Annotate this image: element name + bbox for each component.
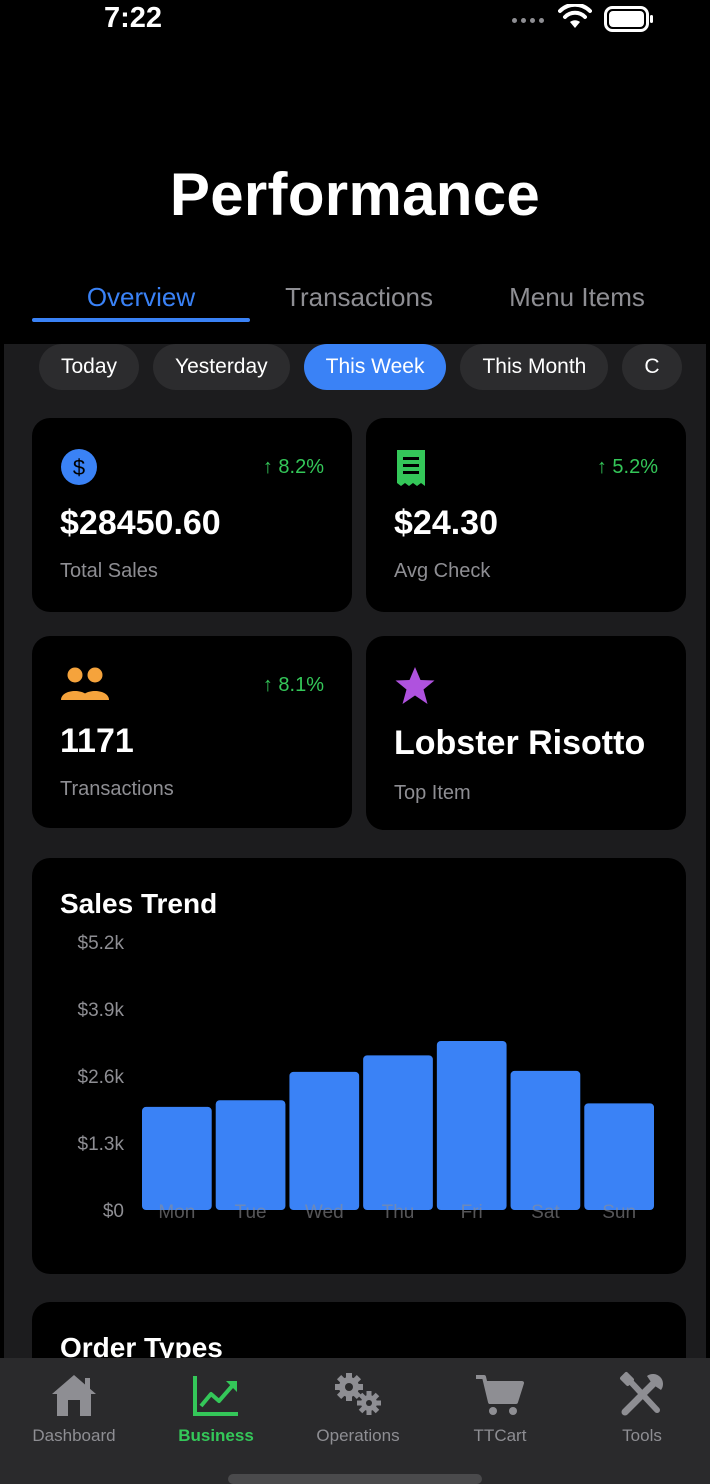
app-screen: 7:22 Performance Overview Transactions M…	[0, 0, 710, 1484]
stat-label: Avg Check	[394, 560, 491, 582]
svg-text:$: $	[73, 455, 85, 480]
tabbar-item-dashboard[interactable]: Dashboard	[3, 1366, 145, 1446]
tabbar-label: Tools	[622, 1426, 662, 1445]
stat-card-avg-check[interactable]: ↑ 5.2% $24.30 Avg Check	[366, 418, 686, 612]
range-chip-this-week[interactable]: This Week	[303, 344, 447, 390]
x-tick-label: Mon	[158, 1202, 195, 1223]
trend-up-delta: ↑ 8.2%	[262, 456, 324, 478]
tabbar-item-business[interactable]: Business	[145, 1366, 287, 1446]
house-icon	[52, 1375, 96, 1416]
bar-thu[interactable]	[363, 1055, 433, 1210]
receipt-icon	[397, 450, 425, 486]
wifi-icon	[558, 4, 592, 28]
x-tick-label: Thu	[382, 1202, 415, 1223]
bottom-tab-bar: Dashboard Business Operations TTCart Too…	[0, 1358, 710, 1484]
trend-up-delta: ↑ 5.2%	[596, 456, 658, 478]
status-bar: 7:22	[0, 0, 710, 40]
cellular-signal-icon	[512, 18, 544, 23]
stat-value: $28450.60	[60, 504, 221, 542]
tab-overview[interactable]: Overview	[32, 272, 250, 324]
stat-label: Transactions	[60, 778, 174, 800]
stat-card-top-item[interactable]: Lobster Risotto Top Item	[366, 636, 686, 830]
tabbar-label: Business	[178, 1426, 254, 1445]
page-title: Performance	[169, 161, 541, 228]
bar-mon[interactable]	[142, 1106, 212, 1210]
tab-menu-items[interactable]: Menu Items	[468, 272, 686, 324]
home-indicator	[228, 1474, 482, 1484]
range-chip-today[interactable]: Today	[39, 344, 140, 390]
bar-fri[interactable]	[436, 1040, 507, 1210]
gears-icon	[335, 1373, 381, 1415]
sales-trend-chart: $0 $1.3k $2.6k $3.9k $5.2k Mon Tue Wed Thu Fri Sat…	[78, 933, 654, 1223]
people-icon	[61, 667, 109, 700]
order-types-card: Order Types	[32, 1302, 686, 1358]
overview-content[interactable]: Today Yesterday This Week This Month C $…	[4, 344, 706, 1358]
y-tick-label: $1.3k	[78, 1134, 125, 1155]
range-chip-this-month[interactable]: This Month	[460, 344, 609, 390]
bar-sat[interactable]	[510, 1070, 581, 1210]
trend-up-delta: ↑ 8.1%	[262, 674, 324, 696]
tabbar-label: Dashboard	[32, 1426, 116, 1445]
stat-label: Total Sales	[60, 560, 158, 582]
date-range-chips: Today Yesterday This Week This Month C	[39, 344, 682, 390]
y-tick-label: $5.2k	[78, 933, 125, 954]
arrow-up-icon: ↑	[262, 456, 273, 478]
x-tick-label: Fri	[461, 1202, 483, 1223]
arrow-up-icon: ↑	[596, 456, 607, 478]
tabbar-label: Operations	[316, 1426, 400, 1445]
tabbar-item-ttcart[interactable]: TTCart	[429, 1366, 571, 1446]
bar-wed[interactable]	[289, 1071, 360, 1210]
arrow-up-icon: ↑	[262, 674, 273, 696]
dollar-circle-icon: $	[61, 449, 97, 485]
stat-card-total-sales[interactable]: $ ↑ 8.2% $28450.60 Total Sales	[32, 418, 352, 612]
sales-trend-card: Sales Trend $0 $1.3k $2.6k $3.9k $5.2k Mon Tue…	[32, 858, 686, 1274]
tabbar-item-tools[interactable]: Tools	[571, 1366, 710, 1446]
tabbar-item-operations[interactable]: Operations	[287, 1366, 429, 1446]
chart-line-icon	[193, 1376, 238, 1416]
stat-value: 1171	[60, 722, 134, 760]
order-types-title: Order Types	[60, 1332, 223, 1358]
stat-label: Top Item	[394, 782, 471, 804]
bar-sun[interactable]	[584, 1103, 654, 1210]
status-time: 7:22	[104, 2, 163, 34]
y-tick-label: $3.9k	[78, 1000, 125, 1021]
star-icon	[395, 667, 435, 704]
section-tabs: Overview Transactions Menu Items	[32, 272, 686, 324]
battery-icon	[604, 6, 653, 32]
tab-transactions[interactable]: Transactions	[250, 272, 468, 324]
stat-value: $24.30	[394, 504, 498, 542]
stat-value: Lobster Risotto	[394, 724, 646, 762]
stat-card-transactions[interactable]: ↑ 8.1% 1171 Transactions	[32, 636, 352, 828]
x-tick-label: Sun	[602, 1202, 636, 1223]
range-chip-yesterday[interactable]: Yesterday	[153, 344, 290, 390]
bar-tue[interactable]	[215, 1100, 286, 1210]
x-tick-label: Wed	[305, 1202, 344, 1223]
cart-icon	[476, 1375, 524, 1415]
y-tick-label: $0	[103, 1201, 124, 1222]
x-tick-label: Tue	[235, 1202, 267, 1223]
y-tick-label: $2.6k	[78, 1067, 125, 1088]
x-tick-label: Sat	[531, 1202, 560, 1223]
tools-icon	[620, 1372, 663, 1416]
tabbar-label: TTCart	[473, 1426, 527, 1445]
range-chip-partial[interactable]: C	[622, 344, 682, 390]
